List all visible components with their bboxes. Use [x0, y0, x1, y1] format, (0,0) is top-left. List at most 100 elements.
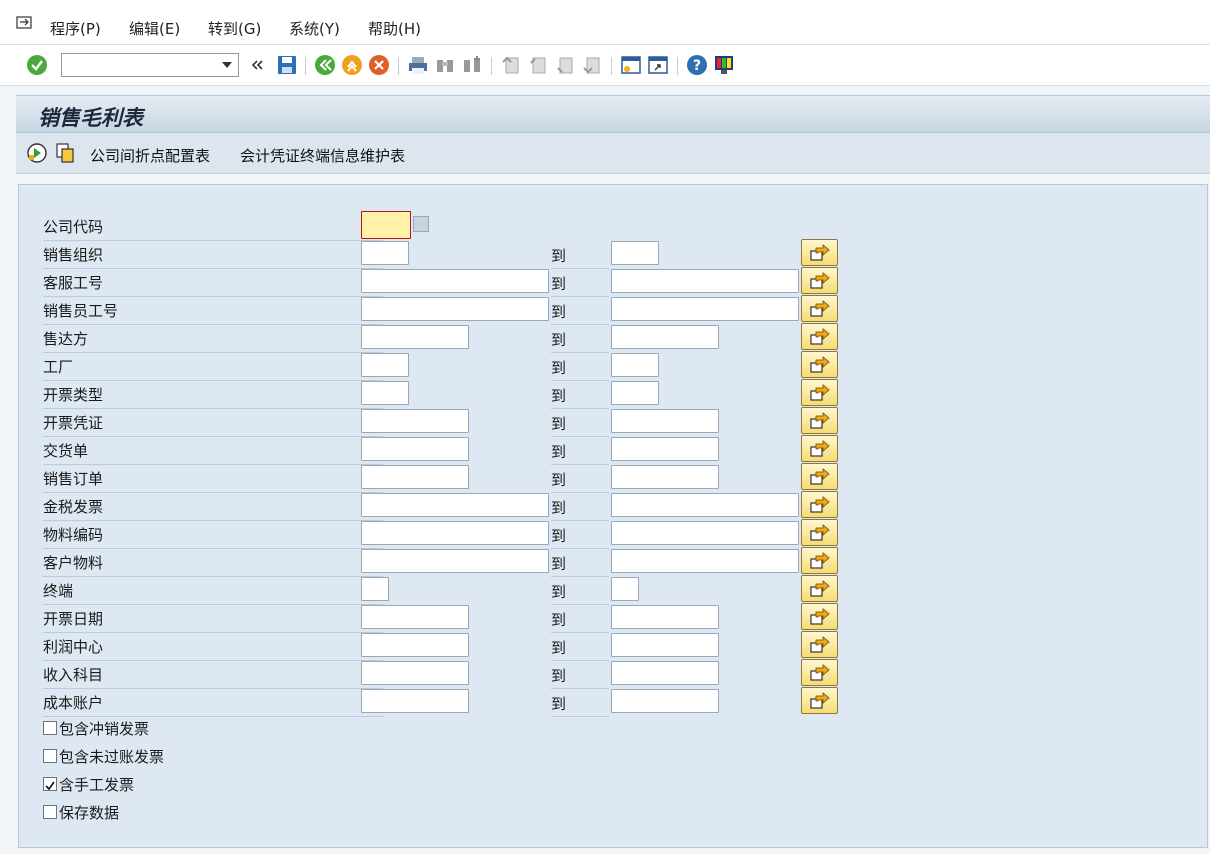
range-from-input[interactable] [362, 410, 464, 432]
range-from-input[interactable] [362, 382, 410, 404]
multiple-selection-button[interactable] [801, 239, 838, 266]
range-from-field[interactable] [361, 521, 549, 545]
range-from-field[interactable] [361, 689, 469, 713]
range-to-input[interactable] [612, 242, 660, 264]
range-to-input[interactable] [612, 690, 714, 712]
range-from-input[interactable] [362, 662, 464, 684]
range-to-input[interactable] [612, 326, 714, 348]
multiple-selection-button[interactable] [801, 267, 838, 294]
range-from-field[interactable] [361, 549, 549, 573]
range-from-input[interactable] [362, 298, 536, 320]
find-icon[interactable] [434, 54, 456, 76]
checkbox[interactable] [43, 721, 57, 735]
menu-goto[interactable]: 转到(G) [208, 18, 261, 39]
enter-icon[interactable] [26, 54, 48, 76]
multiple-selection-button[interactable] [801, 323, 838, 350]
checkbox[interactable] [43, 805, 57, 819]
range-to-field[interactable] [611, 353, 660, 377]
range-to-field[interactable] [611, 437, 719, 461]
variant-icon[interactable] [54, 142, 76, 164]
range-from-field[interactable] [361, 661, 469, 685]
collapse-icon[interactable] [249, 54, 265, 76]
range-from-input[interactable] [362, 606, 464, 628]
range-from-field[interactable] [361, 437, 469, 461]
save-icon[interactable] [276, 54, 298, 76]
range-to-field[interactable] [611, 241, 660, 265]
layout-icon[interactable] [713, 54, 735, 76]
multiple-selection-button[interactable] [801, 379, 838, 406]
range-to-field[interactable] [611, 661, 719, 685]
range-to-field[interactable] [611, 381, 660, 405]
range-from-field[interactable] [361, 353, 410, 377]
range-to-input[interactable] [612, 298, 786, 320]
menu-help[interactable]: 帮助(H) [368, 18, 421, 39]
company-code-field[interactable] [361, 211, 412, 239]
multiple-selection-button[interactable] [801, 659, 838, 686]
intercompany-config-button[interactable]: 公司间折点配置表 [90, 145, 210, 166]
command-input[interactable] [65, 55, 219, 77]
range-from-field[interactable] [361, 633, 469, 657]
range-to-field[interactable] [611, 521, 799, 545]
create-session-icon[interactable] [620, 54, 642, 76]
range-from-input[interactable] [362, 578, 392, 600]
menu-edit[interactable]: 编辑(E) [129, 18, 180, 39]
company-code-input[interactable] [362, 212, 412, 234]
multiple-selection-button[interactable] [801, 295, 838, 322]
range-from-input[interactable] [362, 550, 536, 572]
menu-exit-icon[interactable] [16, 16, 34, 30]
print-icon[interactable] [407, 54, 429, 76]
range-from-field[interactable] [361, 465, 469, 489]
range-from-field[interactable] [361, 269, 549, 293]
command-field[interactable] [61, 53, 239, 77]
next-page-icon[interactable] [554, 54, 576, 76]
range-to-input[interactable] [612, 606, 714, 628]
exit-icon[interactable] [341, 54, 363, 76]
multiple-selection-button[interactable] [801, 519, 838, 546]
multiple-selection-button[interactable] [801, 351, 838, 378]
range-to-field[interactable] [611, 577, 642, 601]
last-page-icon[interactable] [581, 54, 603, 76]
range-from-input[interactable] [362, 466, 464, 488]
range-to-field[interactable] [611, 549, 799, 573]
range-to-input[interactable] [612, 466, 714, 488]
range-from-field[interactable] [361, 605, 469, 629]
shortcut-icon[interactable] [647, 54, 669, 76]
range-to-input[interactable] [612, 522, 786, 544]
menu-system[interactable]: 系统(Y) [289, 18, 340, 39]
multiple-selection-button[interactable] [801, 435, 838, 462]
range-from-input[interactable] [362, 326, 464, 348]
multiple-selection-button[interactable] [801, 603, 838, 630]
range-from-input[interactable] [362, 438, 464, 460]
cancel-icon[interactable] [368, 54, 390, 76]
range-to-input[interactable] [612, 354, 660, 376]
range-from-input[interactable] [362, 242, 410, 264]
range-from-field[interactable] [361, 241, 410, 265]
multiple-selection-button[interactable] [801, 463, 838, 490]
checkbox[interactable] [43, 777, 57, 791]
range-from-field[interactable] [361, 325, 469, 349]
help-icon[interactable]: ? [686, 54, 708, 76]
multiple-selection-button[interactable] [801, 575, 838, 602]
range-from-input[interactable] [362, 690, 464, 712]
range-to-field[interactable] [611, 409, 719, 433]
range-to-input[interactable] [612, 270, 786, 292]
range-to-input[interactable] [612, 578, 642, 600]
chevron-down-icon[interactable] [222, 62, 232, 68]
range-from-field[interactable] [361, 297, 549, 321]
range-to-field[interactable] [611, 465, 719, 489]
range-from-field[interactable] [361, 409, 469, 433]
range-to-field[interactable] [611, 689, 719, 713]
range-to-input[interactable] [612, 410, 714, 432]
range-from-input[interactable] [362, 634, 464, 656]
range-from-input[interactable] [362, 522, 536, 544]
back-icon[interactable] [314, 54, 336, 76]
range-to-field[interactable] [611, 325, 719, 349]
range-to-input[interactable] [612, 662, 714, 684]
find-next-icon[interactable] [461, 54, 483, 76]
multi-copy-icon[interactable] [413, 216, 429, 232]
prev-page-icon[interactable] [527, 54, 549, 76]
menu-program[interactable]: 程序(P) [50, 18, 101, 39]
range-from-input[interactable] [362, 494, 536, 516]
range-to-input[interactable] [612, 438, 714, 460]
range-from-field[interactable] [361, 493, 549, 517]
